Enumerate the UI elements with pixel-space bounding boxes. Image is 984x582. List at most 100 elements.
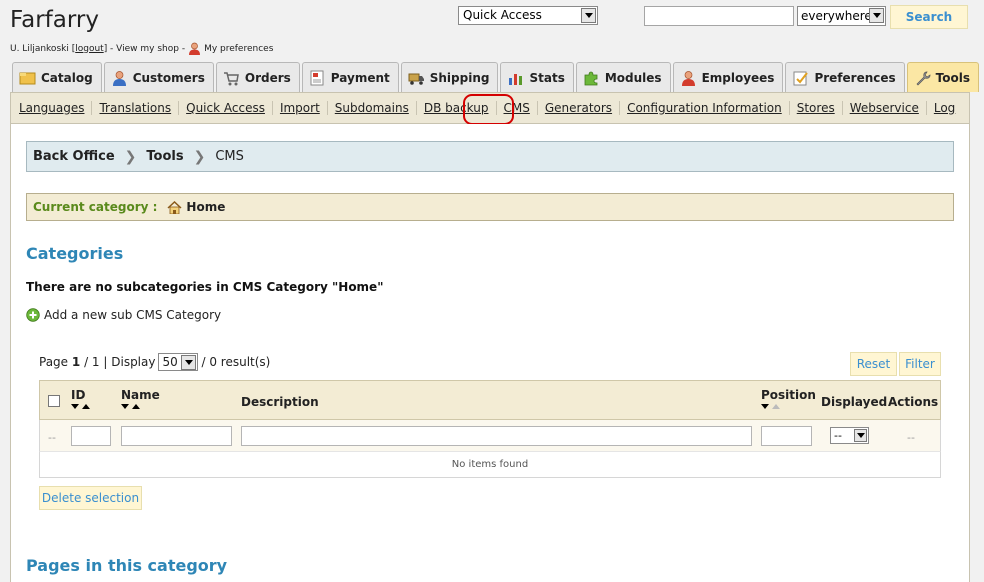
breadcrumb-back-office[interactable]: Back Office: [33, 149, 115, 164]
tab-label: Modules: [604, 70, 662, 85]
search-button[interactable]: Search: [890, 5, 968, 29]
tab-employees[interactable]: Employees: [672, 62, 784, 92]
current-category-home[interactable]: Home: [167, 200, 225, 214]
chevron-down-icon[interactable]: [181, 355, 197, 370]
puzzle-icon: [584, 71, 598, 85]
col-displayed: Displayed: [821, 395, 888, 409]
filter-description-input[interactable]: [241, 426, 752, 446]
logout-link[interactable]: logout: [75, 44, 103, 54]
chevron-right-icon: ❯: [193, 148, 206, 165]
home-icon: [167, 200, 182, 214]
page-total: / 1 | Display: [84, 355, 156, 369]
delete-selection-button[interactable]: Delete selection: [39, 486, 142, 510]
quick-access-value: Quick Access: [463, 8, 542, 22]
filter-id-input[interactable]: [71, 426, 111, 446]
subnav-import[interactable]: Import: [273, 101, 328, 115]
sort-asc-icon[interactable]: [132, 404, 140, 409]
search-input[interactable]: [644, 6, 794, 26]
tab-label: Shipping: [429, 70, 490, 85]
sort-desc-icon[interactable]: [121, 404, 129, 409]
per-page-value: 50: [162, 355, 178, 369]
subnav-generators[interactable]: Generators: [538, 101, 621, 115]
quick-access-select[interactable]: Quick Access: [458, 6, 598, 25]
user-name: U. Liljankoski [: [10, 43, 76, 54]
main-tabs: Catalog Customers Orders Payment Shippin…: [12, 62, 981, 92]
tab-orders[interactable]: Orders: [215, 62, 300, 92]
tab-label: Orders: [244, 70, 291, 85]
view-shop-text[interactable]: ] - View my shop -: [104, 44, 185, 54]
tab-customers[interactable]: Customers: [103, 62, 214, 92]
tab-catalog[interactable]: Catalog: [12, 62, 102, 92]
subnav-stores[interactable]: Stores: [790, 101, 843, 115]
subnav-log[interactable]: Log: [927, 101, 962, 115]
col-name: Name: [121, 388, 160, 402]
sort-asc-icon[interactable]: [772, 404, 780, 409]
table-header: ID Name Description Position Displayed A…: [39, 380, 941, 420]
filter-button[interactable]: Filter: [899, 352, 941, 376]
no-subcategories-message: There are no subcategories in CMS Catego…: [26, 280, 384, 294]
my-preferences-link[interactable]: My preferences: [204, 44, 273, 54]
sort-id[interactable]: [71, 404, 90, 409]
table-filter-row: -- -- --: [39, 420, 941, 452]
add-sub-category-link[interactable]: Add a new sub CMS Category: [26, 308, 221, 322]
page-current: 1: [71, 355, 81, 369]
tab-label: Stats: [529, 70, 565, 85]
user-bar: U. Liljankoski [ logout ] - View my shop…: [10, 42, 273, 55]
tab-label: Preferences: [814, 70, 896, 85]
select-all-checkbox[interactable]: [48, 395, 60, 407]
sort-position[interactable]: [761, 404, 816, 409]
subnav-configuration-information[interactable]: Configuration Information: [620, 101, 790, 115]
tab-payment[interactable]: Payment: [301, 62, 399, 92]
results-count: / 0 result(s): [201, 355, 271, 369]
pages-heading: Pages in this category: [26, 556, 228, 575]
cms-highlight-ring: [463, 94, 514, 125]
per-page-select[interactable]: 50: [158, 353, 199, 371]
subnav-quick-access[interactable]: Quick Access: [179, 101, 273, 115]
chevron-down-icon[interactable]: [869, 8, 884, 23]
truck-icon: [408, 73, 424, 85]
subnav-webservice[interactable]: Webservice: [843, 101, 927, 115]
breadcrumb: Back Office ❯ Tools ❯ CMS: [26, 141, 954, 172]
tab-shipping[interactable]: Shipping: [400, 62, 499, 92]
tab-label: Employees: [701, 70, 775, 85]
col-actions: Actions: [888, 395, 939, 409]
col-position: Position: [761, 388, 816, 402]
tab-label: Customers: [132, 70, 205, 85]
add-icon: [26, 308, 40, 322]
wrench-icon: [916, 71, 931, 85]
filter-name-input[interactable]: [121, 426, 232, 446]
subnav-languages[interactable]: Languages: [12, 101, 93, 115]
pagination: Page 1 / 1 | Display 50 / 0 result(s): [39, 353, 270, 371]
sort-name[interactable]: [121, 404, 160, 409]
col-id: ID: [71, 388, 86, 402]
sort-desc-icon[interactable]: [761, 404, 769, 409]
filter-position-input[interactable]: [761, 426, 812, 446]
tab-stats[interactable]: Stats: [500, 62, 574, 92]
filter-displayed-value: --: [834, 429, 842, 442]
chart-icon: [509, 73, 523, 85]
sort-desc-icon[interactable]: [71, 404, 79, 409]
tab-preferences[interactable]: Preferences: [785, 62, 905, 92]
add-sub-category-label: Add a new sub CMS Category: [44, 308, 222, 322]
chevron-down-icon[interactable]: [581, 8, 596, 23]
reset-button[interactable]: Reset: [850, 352, 897, 376]
breadcrumb-cms: CMS: [215, 149, 244, 164]
tab-modules[interactable]: Modules: [575, 62, 671, 92]
subnav-subdomains[interactable]: Subdomains: [328, 101, 417, 115]
tab-label: Tools: [935, 70, 971, 85]
shop-name: Farfarry: [10, 7, 99, 33]
chevron-down-icon[interactable]: [854, 429, 867, 442]
catalog-icon: [19, 72, 36, 84]
search-scope-select[interactable]: everywhere: [797, 6, 886, 26]
tab-tools[interactable]: Tools: [906, 62, 980, 92]
tab-label: Payment: [330, 70, 390, 85]
preferences-icon: [793, 71, 809, 85]
subnav-translations[interactable]: Translations: [92, 101, 180, 115]
filter-displayed-select[interactable]: --: [830, 427, 869, 444]
breadcrumb-tools[interactable]: Tools: [146, 149, 183, 164]
sort-asc-icon[interactable]: [82, 404, 90, 409]
current-category-value: Home: [186, 200, 226, 214]
payment-icon: [310, 70, 324, 85]
filter-actions-dash: --: [907, 431, 915, 444]
page-prefix: Page: [39, 355, 69, 369]
